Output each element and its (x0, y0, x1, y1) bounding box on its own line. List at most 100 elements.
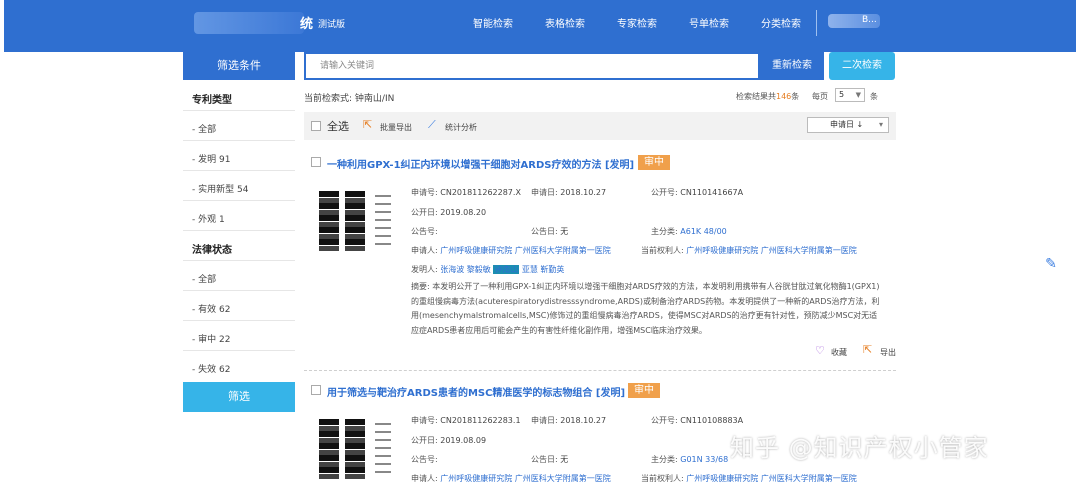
filter-type-invention[interactable]: - 发明 91 (192, 152, 230, 165)
applicant-link[interactable]: 广州医科大学附属第一医院 (515, 474, 611, 483)
filter-sidebar (183, 52, 295, 412)
filter-type-utility[interactable]: - 实用新型 54 (192, 182, 248, 195)
per-page-value: 5 (839, 90, 845, 99)
filter-status-invalid[interactable]: - 失效 62 (192, 362, 230, 375)
watermark: 知乎 @知识产权小管家 (730, 434, 989, 462)
field-label: 当前权利人: (641, 474, 684, 483)
result-checkbox[interactable] (311, 157, 321, 167)
logo-subtitle: 测试版 (318, 20, 346, 30)
secondary-search-button[interactable]: 二次检索 (829, 52, 895, 80)
patent-thumbnail[interactable] (313, 181, 395, 263)
select-all-checkbox[interactable] (311, 121, 321, 131)
main-class-field: 主分类: A61K 48/00 (651, 226, 727, 237)
divider (183, 260, 295, 261)
stats-analysis-button[interactable]: 统计分析 (445, 122, 477, 133)
result-divider (304, 370, 896, 371)
legal-status-title: 法律状态 (192, 245, 232, 256)
holder-link[interactable]: 广州呼吸健康研究院 (686, 474, 758, 483)
filter-header: 筛选条件 (183, 52, 295, 80)
field-label: 申请日: (531, 416, 558, 425)
logo-image[interactable] (194, 12, 304, 34)
filter-status-all[interactable]: - 全部 (192, 272, 216, 285)
status-badge: 审中 (638, 155, 670, 170)
nav-smart-search[interactable]: 智能检索 (473, 15, 513, 30)
divider (183, 350, 295, 351)
per-page-unit: 条 (870, 92, 878, 101)
result-count-prefix: 检索结果共 (736, 92, 776, 101)
field-label: 当前权利人: (641, 246, 684, 255)
field-label: 申请人: (411, 246, 438, 255)
main-class-link[interactable]: G01N 33/68 (680, 455, 728, 464)
filter-status-pending[interactable]: - 审中 22 (192, 332, 230, 345)
result-count-suffix: 条 (791, 92, 800, 101)
app-date-value: 2018.10.27 (560, 188, 607, 197)
field-label: 申请号: (411, 416, 438, 425)
applicant-field: 申请人: 广州呼吸健康研究院 广州医科大学附属第一医院 (411, 473, 611, 484)
result-title[interactable]: 一种利用GPX-1纠正内环境以增强干细胞对ARDS疗效的方法 [发明] (327, 156, 634, 171)
announce-date-field: 公告日: 无 (531, 226, 568, 237)
patent-thumbnail[interactable] (313, 409, 395, 491)
inventor-link[interactable]: 靳勤英 (540, 265, 564, 274)
holder-link[interactable]: 广州呼吸健康研究院 (686, 246, 758, 255)
divider (183, 320, 295, 321)
sort-select[interactable]: 申请日 ↓ ▾ (807, 117, 889, 133)
field-label: 公开日: (411, 436, 438, 445)
field-label: 公开号: (651, 188, 678, 197)
filter-type-design[interactable]: - 外观 1 (192, 212, 225, 225)
favorite-button[interactable]: 收藏 (831, 347, 847, 358)
divider (183, 140, 295, 141)
field-label: 申请日: (531, 188, 558, 197)
export-button[interactable]: 导出 (880, 347, 896, 358)
result-checkbox[interactable] (311, 385, 321, 395)
filter-status-valid[interactable]: - 有效 62 (192, 302, 230, 315)
field-label: 申请号: (411, 188, 438, 197)
main-class-link[interactable]: A61K 48/00 (680, 227, 727, 236)
result-abstract: 摘要: 本发明公开了一种利用GPX-1纠正内环境以增强干细胞对ARDS疗效的方法… (411, 282, 880, 335)
edit-icon[interactable]: ✎ (1040, 253, 1062, 275)
applicant-link[interactable]: 广州医科大学附属第一医院 (515, 246, 611, 255)
select-all-label[interactable]: 全选 (327, 118, 349, 134)
nav-table-search[interactable]: 表格检索 (545, 15, 585, 30)
nav-expert-search[interactable]: 专家检索 (617, 15, 657, 30)
field-label: 公告号: (411, 455, 438, 464)
applicant-field: 申请人: 广州呼吸健康研究院 广州医科大学附属第一医院 (411, 245, 611, 256)
current-query-value: 钟南山/IN (354, 94, 395, 104)
nav-number-search[interactable]: 号单检索 (689, 15, 729, 30)
heart-icon[interactable]: ♡ (815, 344, 825, 357)
field-label: 公告号: (411, 227, 438, 236)
divider (183, 230, 295, 231)
applicant-link[interactable]: 广州呼吸健康研究院 (440, 246, 512, 255)
result-count-number: 146 (776, 92, 792, 101)
field-label: 公开号: (651, 416, 678, 425)
patent-type-title: 专利类型 (192, 95, 232, 106)
inventor-link[interactable]: 张海波 (440, 265, 464, 274)
filter-type-all[interactable]: - 全部 (192, 122, 216, 135)
inventor-link[interactable]: 黎毅敏 (467, 265, 491, 274)
result-title[interactable]: 用于筛选与靶治疗ARDS患者的MSC精准医学的标志物组合 [发明] (327, 384, 625, 399)
per-page-select[interactable]: 5 ▼ (835, 88, 865, 102)
user-name[interactable]: B... (862, 15, 877, 25)
applicant-link[interactable]: 广州呼吸健康研究院 (440, 474, 512, 483)
field-label: 发明人: (411, 265, 438, 274)
holder-link[interactable]: 广州医科大学附属第一医院 (761, 246, 857, 255)
batch-export-button[interactable]: 批量导出 (380, 122, 412, 133)
top-navbar (4, 0, 1076, 52)
export-icon[interactable]: ⇱ (863, 343, 872, 356)
inventor-link[interactable]: 亚慧 (522, 265, 538, 274)
filter-button[interactable]: 筛选 (183, 382, 295, 412)
chevron-down-icon: ▼ (855, 91, 861, 99)
inventor-link-highlighted[interactable]: 钟南山 (493, 265, 520, 274)
app-no-value: CN201811262283.1 (440, 416, 521, 425)
inventor-field: 发明人: 张海波 黎毅敏 钟南山 亚慧 靳勤英 (411, 264, 564, 275)
search-input[interactable]: 请输入关键词 (304, 52, 760, 80)
current-query-label: 当前检索式: (304, 94, 353, 104)
holder-link[interactable]: 广州医科大学附属第一医院 (761, 474, 857, 483)
result-count: 检索结果共146条 (736, 91, 799, 102)
re-search-button[interactable]: 重新检索 (760, 52, 824, 80)
app-no-field: 申请号: CN201811262283.1 (411, 415, 521, 426)
nav-class-search[interactable]: 分类检索 (761, 15, 801, 30)
announce-no-field: 公告号: (411, 454, 438, 465)
pub-date-field: 公开日: 2019.08.09 (411, 435, 486, 446)
main-class-field: 主分类: G01N 33/68 (651, 454, 728, 465)
holder-field: 当前权利人: 广州呼吸健康研究院 广州医科大学附属第一医院 (641, 245, 857, 256)
